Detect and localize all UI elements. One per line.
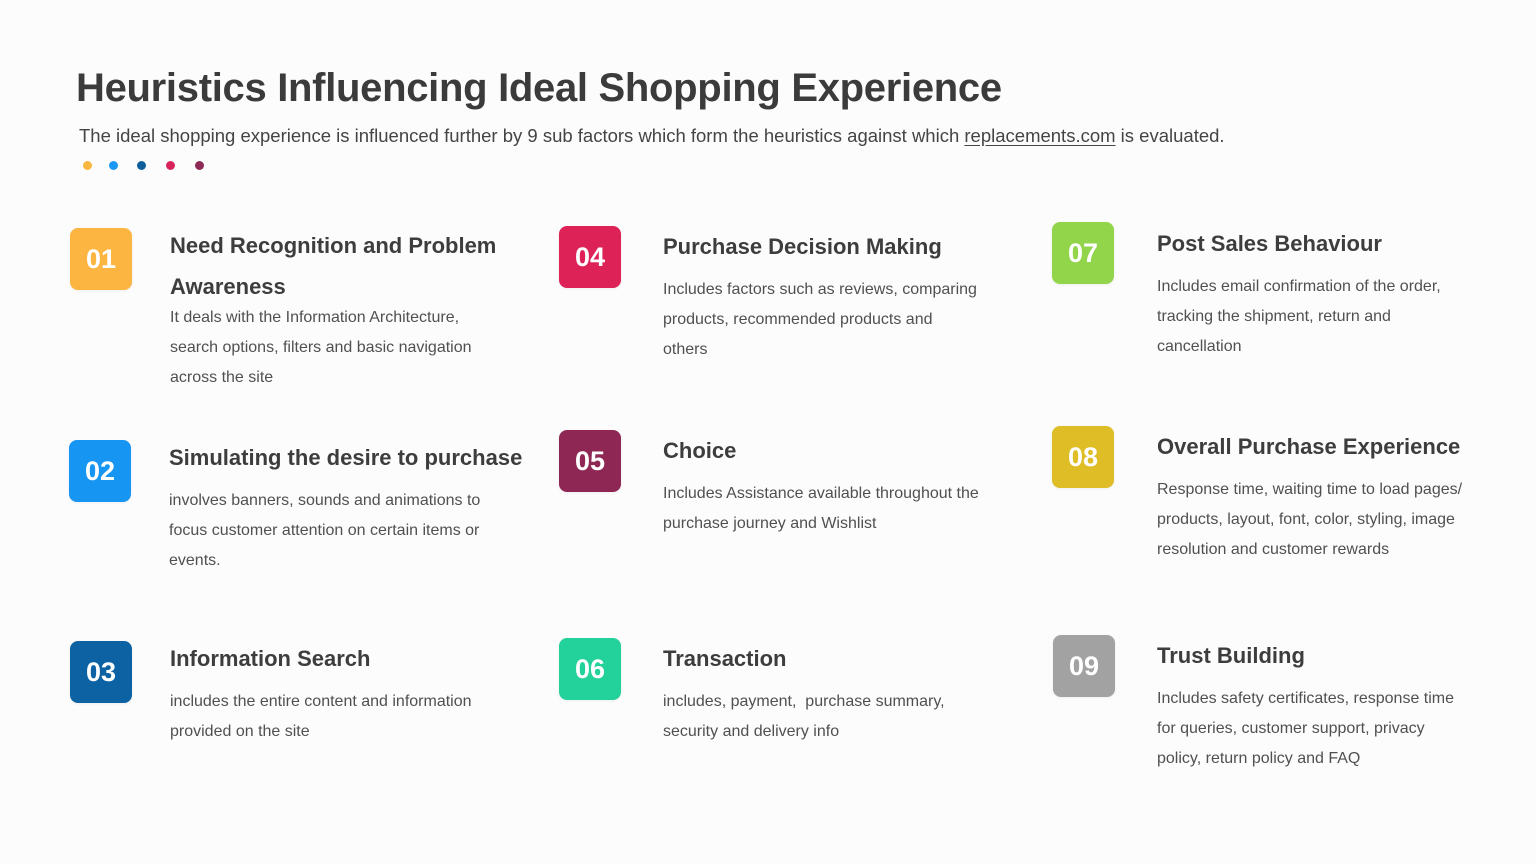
- number-badge-08: 08: [1052, 426, 1114, 488]
- decorative-dot-yellow: [83, 161, 92, 170]
- description-line: Includes safety certificates, response t…: [1157, 690, 1455, 707]
- heuristic-title-06: Transaction: [663, 646, 787, 671]
- number-badge-02: 02: [69, 440, 131, 502]
- description-line: provided on the site: [170, 723, 310, 740]
- description-line: resolution and customer rewards: [1157, 541, 1390, 558]
- description-line: Includes factors such as reviews, compar…: [663, 281, 977, 298]
- decorative-dot-pink: [166, 161, 175, 170]
- description-line: includes the entire content and informat…: [170, 693, 472, 710]
- heuristic-title-09: Trust Building: [1157, 643, 1305, 668]
- heuristic-description-08: Response time, waiting time to load page…: [1157, 475, 1462, 565]
- description-line: for queries, customer support, privacy: [1157, 720, 1425, 737]
- description-line: Includes Assistance available throughout…: [663, 485, 979, 502]
- number-badge-09: 09: [1053, 635, 1115, 697]
- description-line: products, layout, font, color, styling, …: [1157, 511, 1455, 528]
- description-line: focus customer attention on certain item…: [169, 522, 480, 539]
- heuristic-description-09: Includes safety certificates, response t…: [1157, 684, 1454, 774]
- heuristic-title-01: Need Recognition and Problem Awareness: [170, 225, 496, 307]
- heuristic-description-03: includes the entire content and informat…: [170, 687, 472, 747]
- description-line: others: [663, 341, 708, 358]
- replacements-link[interactable]: replacements.com: [964, 125, 1115, 146]
- number-badge-06: 06: [559, 638, 621, 700]
- decorative-dot-maroon: [195, 161, 204, 170]
- description-line: Response time, waiting time to load page…: [1157, 481, 1463, 498]
- number-badge-01: 01: [70, 228, 132, 290]
- heuristic-title-03: Information Search: [170, 646, 371, 671]
- heuristic-title-08: Overall Purchase Experience: [1157, 434, 1461, 459]
- heuristic-description-05: Includes Assistance available throughout…: [663, 479, 979, 539]
- page-subtitle: The ideal shopping experience is influen…: [79, 125, 1225, 147]
- description-line: tracking the shipment, return and: [1157, 308, 1391, 325]
- heuristic-description-04: Includes factors such as reviews, compar…: [663, 275, 977, 365]
- description-line: includes, payment, purchase summary,: [663, 693, 945, 710]
- heuristic-title-02: Simulating the desire to purchase: [169, 445, 523, 470]
- description-line: events.: [169, 552, 221, 569]
- subtitle-text-after: is evaluated.: [1115, 125, 1225, 146]
- heuristic-title-07: Post Sales Behaviour: [1157, 231, 1382, 256]
- heuristic-description-01: It deals with the Information Architectu…: [170, 303, 472, 393]
- description-line: search options, filters and basic naviga…: [170, 339, 472, 356]
- heuristic-title-01-line1: Need Recognition and Problem: [170, 233, 497, 258]
- heuristic-title-04: Purchase Decision Making: [663, 234, 942, 259]
- description-line: It deals with the Information Architectu…: [170, 309, 460, 326]
- heuristic-title-01-line2: Awareness: [170, 274, 286, 299]
- number-badge-05: 05: [559, 430, 621, 492]
- description-line: involves banners, sounds and animations …: [169, 492, 481, 509]
- description-line: cancellation: [1157, 338, 1242, 355]
- decorative-dot-dark-blue: [137, 161, 146, 170]
- decorative-dot-light-blue: [109, 161, 118, 170]
- page-title: Heuristics Influencing Ideal Shopping Ex…: [76, 66, 1002, 110]
- number-badge-04: 04: [559, 226, 621, 288]
- heuristic-description-06: includes, payment, purchase summary, secu…: [663, 687, 945, 747]
- description-line: security and delivery info: [663, 723, 840, 740]
- heuristic-description-02: involves banners, sounds and animations …: [169, 486, 480, 576]
- description-line: purchase journey and Wishlist: [663, 515, 877, 532]
- description-line: policy, return policy and FAQ: [1157, 750, 1361, 767]
- slide: Heuristics Influencing Ideal Shopping Ex…: [0, 0, 1536, 864]
- heuristic-description-07: Includes email confirmation of the order…: [1157, 272, 1441, 362]
- description-line: products, recommended products and: [663, 311, 933, 328]
- description-line: across the site: [170, 369, 274, 386]
- heuristic-title-05: Choice: [663, 438, 737, 463]
- subtitle-text-before: The ideal shopping experience is influen…: [79, 125, 965, 146]
- number-badge-03: 03: [70, 641, 132, 703]
- description-line: Includes email confirmation of the order…: [1157, 278, 1441, 295]
- number-badge-07: 07: [1052, 222, 1114, 284]
